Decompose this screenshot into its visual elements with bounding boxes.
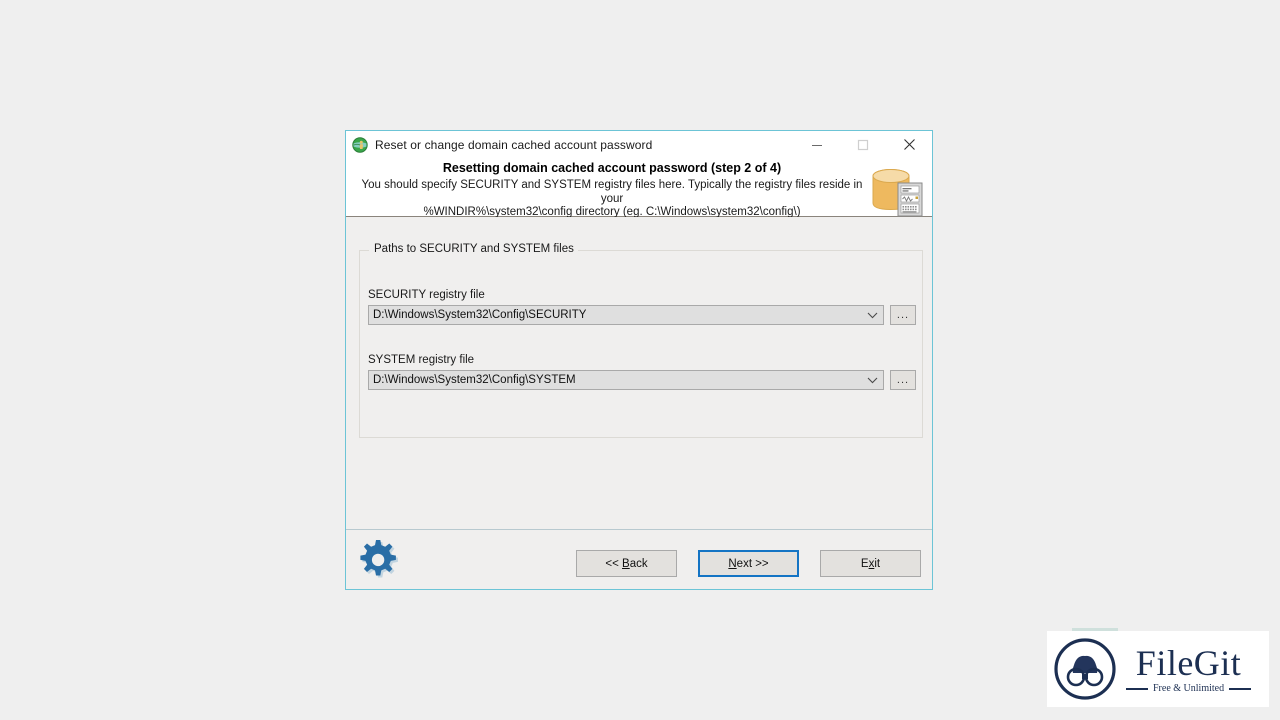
filegit-wordmark-block: FileGit Free & Unlimited: [1126, 643, 1252, 694]
gear-icon: [360, 540, 398, 578]
exit-button[interactable]: Exit: [820, 550, 921, 577]
system-field-row: D:\Windows\System32\Config\SYSTEM ...: [368, 370, 916, 390]
security-field-row: D:\Windows\System32\Config\SECURITY ...: [368, 305, 916, 325]
security-registry-file-combo[interactable]: D:\Windows\System32\Config\SECURITY: [368, 305, 884, 325]
title-bar: Reset or change domain cached account pa…: [346, 131, 932, 158]
header-text-block: Resetting domain cached account password…: [356, 158, 868, 220]
binoculars-icon: [1054, 638, 1116, 700]
tagline-rule-left: [1126, 687, 1148, 690]
exit-button-label: Exit: [860, 557, 881, 570]
system-browse-button[interactable]: ...: [890, 370, 916, 390]
footer-buttons: << Back Next >> Exit: [576, 550, 921, 577]
minimize-button[interactable]: [794, 131, 840, 158]
system-registry-file-value: D:\Windows\System32\Config\SYSTEM: [373, 374, 576, 386]
system-field-block: SYSTEM registry file D:\Windows\System32…: [368, 354, 916, 390]
filegit-watermark: FileGit Free & Unlimited: [1047, 631, 1269, 707]
close-icon: [903, 139, 915, 150]
next-button-label: Next >>: [728, 557, 769, 570]
paths-groupbox: Paths to SECURITY and SYSTEM files SECUR…: [359, 243, 923, 438]
maximize-icon: [857, 139, 869, 150]
security-field-block: SECURITY registry file D:\Windows\System…: [368, 289, 916, 325]
header-banner: Resetting domain cached account password…: [346, 158, 932, 220]
next-button[interactable]: Next >>: [698, 550, 799, 577]
security-registry-file-value: D:\Windows\System32\Config\SECURITY: [373, 309, 587, 321]
back-button-label: << Back: [605, 557, 648, 570]
back-button[interactable]: << Back: [576, 550, 677, 577]
close-button[interactable]: [886, 131, 932, 158]
database-server-icon: [872, 169, 923, 217]
body-area: Paths to SECURITY and SYSTEM files SECUR…: [346, 217, 932, 529]
wizard-window: Reset or change domain cached account pa…: [345, 130, 933, 590]
system-field-label: SYSTEM registry file: [368, 354, 475, 366]
system-registry-file-combo[interactable]: D:\Windows\System32\Config\SYSTEM: [368, 370, 884, 390]
filegit-tagline: Free & Unlimited: [1153, 683, 1225, 694]
groupbox-legend: Paths to SECURITY and SYSTEM files: [370, 243, 578, 255]
tagline-rule-right: [1229, 687, 1252, 690]
chevron-down-icon[interactable]: [867, 306, 878, 324]
maximize-button[interactable]: [840, 131, 886, 158]
minimize-icon: [812, 144, 822, 146]
filegit-tagline-row: Free & Unlimited: [1126, 683, 1252, 694]
header-title: Resetting domain cached account password…: [442, 161, 782, 175]
security-browse-button[interactable]: ...: [890, 305, 916, 325]
header-subtitle-line1: You should specify SECURITY and SYSTEM r…: [361, 179, 863, 205]
filegit-wordmark: FileGit: [1135, 643, 1242, 683]
window-controls: [794, 131, 932, 158]
security-field-label: SECURITY registry file: [368, 289, 485, 301]
footer-area: << Back Next >> Exit: [346, 529, 932, 589]
globe-person-icon: [352, 136, 368, 153]
window-title: Reset or change domain cached account pa…: [375, 137, 653, 152]
chevron-down-icon[interactable]: [867, 371, 878, 389]
